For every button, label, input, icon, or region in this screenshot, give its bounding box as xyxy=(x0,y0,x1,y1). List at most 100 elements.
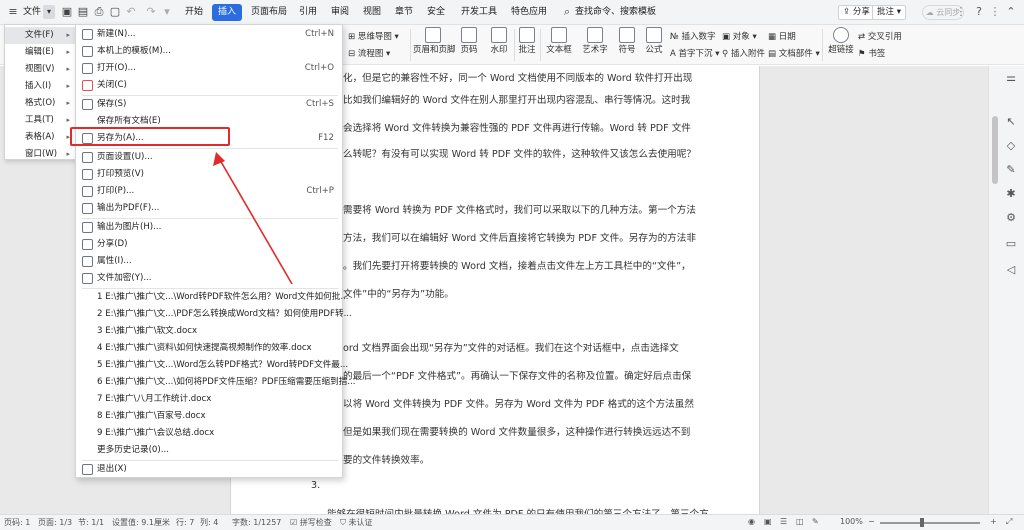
hamburger-icon[interactable]: ≡ xyxy=(6,5,20,19)
cursor-icon[interactable]: ↖ xyxy=(1003,114,1019,130)
shape-icon[interactable]: ◇ xyxy=(1003,138,1019,154)
print-icon[interactable]: ⎙ xyxy=(92,5,106,19)
doc-parts-button[interactable]: ▤ 文档部件 ▾ xyxy=(768,47,820,59)
menu-share[interactable]: 分享(D) xyxy=(76,236,342,253)
symbol-button[interactable]: 符号 xyxy=(614,27,640,55)
more-icon[interactable]: ⋮ xyxy=(954,5,968,19)
tab-start[interactable]: 开始 xyxy=(182,4,206,21)
page-view-icon[interactable]: ▣ xyxy=(764,517,772,526)
zoom-out-icon[interactable]: − xyxy=(868,517,875,526)
tab-page-layout[interactable]: 页面布局 xyxy=(248,4,290,21)
menu-close[interactable]: 关闭(C) xyxy=(76,77,342,94)
menu-item-edit[interactable]: 编辑(E) ▸ xyxy=(5,44,75,61)
spell-check-button[interactable]: ☑ 拼写检查 xyxy=(290,517,332,528)
recent-file[interactable]: 5 E:\推广\推广\文...\Word怎么转PDF格式？Word转PDF文件最… xyxy=(76,357,348,374)
watermark-button[interactable]: 水印 xyxy=(484,27,514,55)
expand-panel-icon[interactable]: ◁ xyxy=(1003,262,1019,278)
menu-export-image[interactable]: 输出为图片(H)... xyxy=(76,219,342,236)
style-icon[interactable]: ✱ xyxy=(1003,186,1019,202)
comment-button[interactable]: 批注 xyxy=(516,27,538,55)
recent-file[interactable]: 2 E:\推广\推广\文...\PDF怎么转换成Word文档？如何使用PDF转.… xyxy=(76,306,352,323)
edit-icon[interactable]: ✎ xyxy=(1003,162,1019,178)
menu-item-tools[interactable]: 工具(T) ▸ xyxy=(5,112,75,129)
tab-insert[interactable]: 插入 xyxy=(212,4,243,21)
menu-item-view[interactable]: 视图(V) ▸ xyxy=(5,61,75,78)
recent-file[interactable]: 6 E:\推广\推广\文...\如何将PDF文件压缩？PDF压缩需要压缩到指..… xyxy=(76,374,355,391)
help-icon[interactable]: ? xyxy=(972,5,986,19)
recent-file[interactable]: 7 E:\推广\八月工作统计.docx xyxy=(76,391,342,408)
zoom-slider-handle[interactable] xyxy=(920,518,924,527)
recent-file[interactable]: 9 E:\推广\推广\会议总结.docx xyxy=(76,425,342,442)
zoom-slider[interactable] xyxy=(880,522,980,524)
customize-icon[interactable]: ▾ xyxy=(160,5,174,19)
formula-button[interactable]: 公式 xyxy=(642,27,666,55)
drop-cap-button[interactable]: A 首字下沉 ▾ xyxy=(670,47,720,59)
cross-reference-button[interactable]: ⇄ 交叉引用 xyxy=(858,30,902,42)
menu-open[interactable]: 打开(O)... Ctrl+O xyxy=(76,60,342,77)
menu-properties[interactable]: 属性(I)... xyxy=(76,253,342,270)
menu-print[interactable]: 打印(P)... Ctrl+P xyxy=(76,183,342,200)
bookmark-button[interactable]: ⚑ 书签 xyxy=(858,47,885,59)
flowchart-button[interactable]: ⊟ 流程图 ▾ xyxy=(348,47,390,59)
recent-file[interactable]: 8 E:\推广\推广\百家号.docx xyxy=(76,408,342,425)
recent-file[interactable]: 1 E:\推广\推广\文...\Word转PDF软件怎么用？Word文件如何批.… xyxy=(76,289,349,306)
status-words[interactable]: 字数: 1/1257 xyxy=(232,517,281,528)
auth-status[interactable]: ⛉ 未认证 xyxy=(340,517,373,528)
export-pdf-icon[interactable]: ▤ xyxy=(76,5,90,19)
tab-review[interactable]: 审阅 xyxy=(328,4,352,21)
file-menu-button[interactable]: 文件 xyxy=(20,4,44,21)
command-search[interactable]: 查找命令、搜索模板 xyxy=(572,4,659,21)
share-button[interactable]: ⇪ 分享 xyxy=(838,5,875,20)
preview-icon[interactable]: ▢ xyxy=(108,5,122,19)
writing-mode-icon[interactable]: ✎ xyxy=(812,517,819,526)
menu-export-pdf[interactable]: 输出为PDF(F)... xyxy=(76,200,342,217)
wordart-button[interactable]: 艺术字 xyxy=(578,27,612,55)
menu-encrypt[interactable]: 文件加密(Y)... xyxy=(76,270,342,287)
hyperlink-button[interactable]: 超链接 xyxy=(826,27,856,55)
date-button[interactable]: ▦ 日期 xyxy=(768,30,796,42)
vertical-scrollbar[interactable] xyxy=(992,116,998,184)
object-button[interactable]: ▣ 对象 ▾ xyxy=(722,30,757,42)
more-options-icon[interactable]: ⋮ xyxy=(988,5,1002,19)
collapse-ribbon-icon[interactable]: ⌃ xyxy=(1004,5,1018,19)
fit-icon[interactable]: ⤢ xyxy=(1006,517,1012,527)
textbox-button[interactable]: 文本框 xyxy=(542,27,576,55)
eye-icon[interactable]: ◉ xyxy=(748,517,755,526)
header-footer-button[interactable]: 页眉和页脚 xyxy=(413,27,456,55)
settings-icon[interactable]: ⚙ xyxy=(1003,210,1019,226)
annotate-button[interactable]: 批注 ▾ xyxy=(872,5,906,20)
menu-item-window[interactable]: 窗口(W) ▸ xyxy=(5,146,75,163)
recent-file[interactable]: 4 E:\推广\推广\资料\如何快速提高视频制作的效率.docx xyxy=(76,340,342,357)
menu-item-file[interactable]: 文件(F) ▸ xyxy=(5,27,75,44)
tab-chapter[interactable]: 章节 xyxy=(392,4,416,21)
save-icon[interactable]: ▣ xyxy=(60,5,74,19)
tab-view[interactable]: 视图 xyxy=(360,4,384,21)
web-view-icon[interactable]: ◫ xyxy=(796,517,804,526)
redo-icon[interactable]: ↷ xyxy=(144,5,158,19)
panel-icon[interactable]: ▭ xyxy=(1003,236,1019,252)
zoom-in-icon[interactable]: + xyxy=(990,517,997,526)
menu-item-insert[interactable]: 插入(I) ▸ xyxy=(5,78,75,95)
menu-exit[interactable]: 退出(X) xyxy=(76,461,342,478)
zoom-level[interactable]: 100% xyxy=(840,517,863,526)
menu-more-history[interactable]: 更多历史记录(0)... xyxy=(76,442,342,459)
attachment-button[interactable]: ⚲ 插入附件 xyxy=(722,47,765,59)
insert-number-button[interactable]: № 插入数字 xyxy=(670,30,716,42)
page-number-button[interactable]: 页码 xyxy=(456,27,482,55)
file-dropdown-icon[interactable]: ▾ xyxy=(43,5,55,19)
mindmap-button[interactable]: ⊞ 思维导图 ▾ xyxy=(348,30,399,42)
recent-file[interactable]: 3 E:\推广\推广\软文.docx xyxy=(76,323,342,340)
menu-item-format[interactable]: 格式(O) ▸ xyxy=(5,95,75,112)
tab-security[interactable]: 安全 xyxy=(424,4,448,21)
outline-view-icon[interactable]: ☰ xyxy=(780,517,787,526)
adjust-icon[interactable]: ⚌ xyxy=(1003,70,1019,86)
undo-icon[interactable]: ↶ xyxy=(124,5,138,19)
tab-reference[interactable]: 引用 xyxy=(296,4,320,21)
menu-page-setup[interactable]: 页面设置(U)... xyxy=(76,149,342,166)
menu-save[interactable]: 保存(S) Ctrl+S xyxy=(76,96,342,113)
menu-item-table[interactable]: 表格(A) ▸ xyxy=(5,129,75,146)
tab-special[interactable]: 特色应用 xyxy=(508,4,550,21)
menu-local-template[interactable]: 本机上的模板(M)... xyxy=(76,43,342,60)
menu-new[interactable]: 新建(N)... Ctrl+N xyxy=(76,26,342,43)
menu-print-preview[interactable]: 打印预览(V) xyxy=(76,166,342,183)
